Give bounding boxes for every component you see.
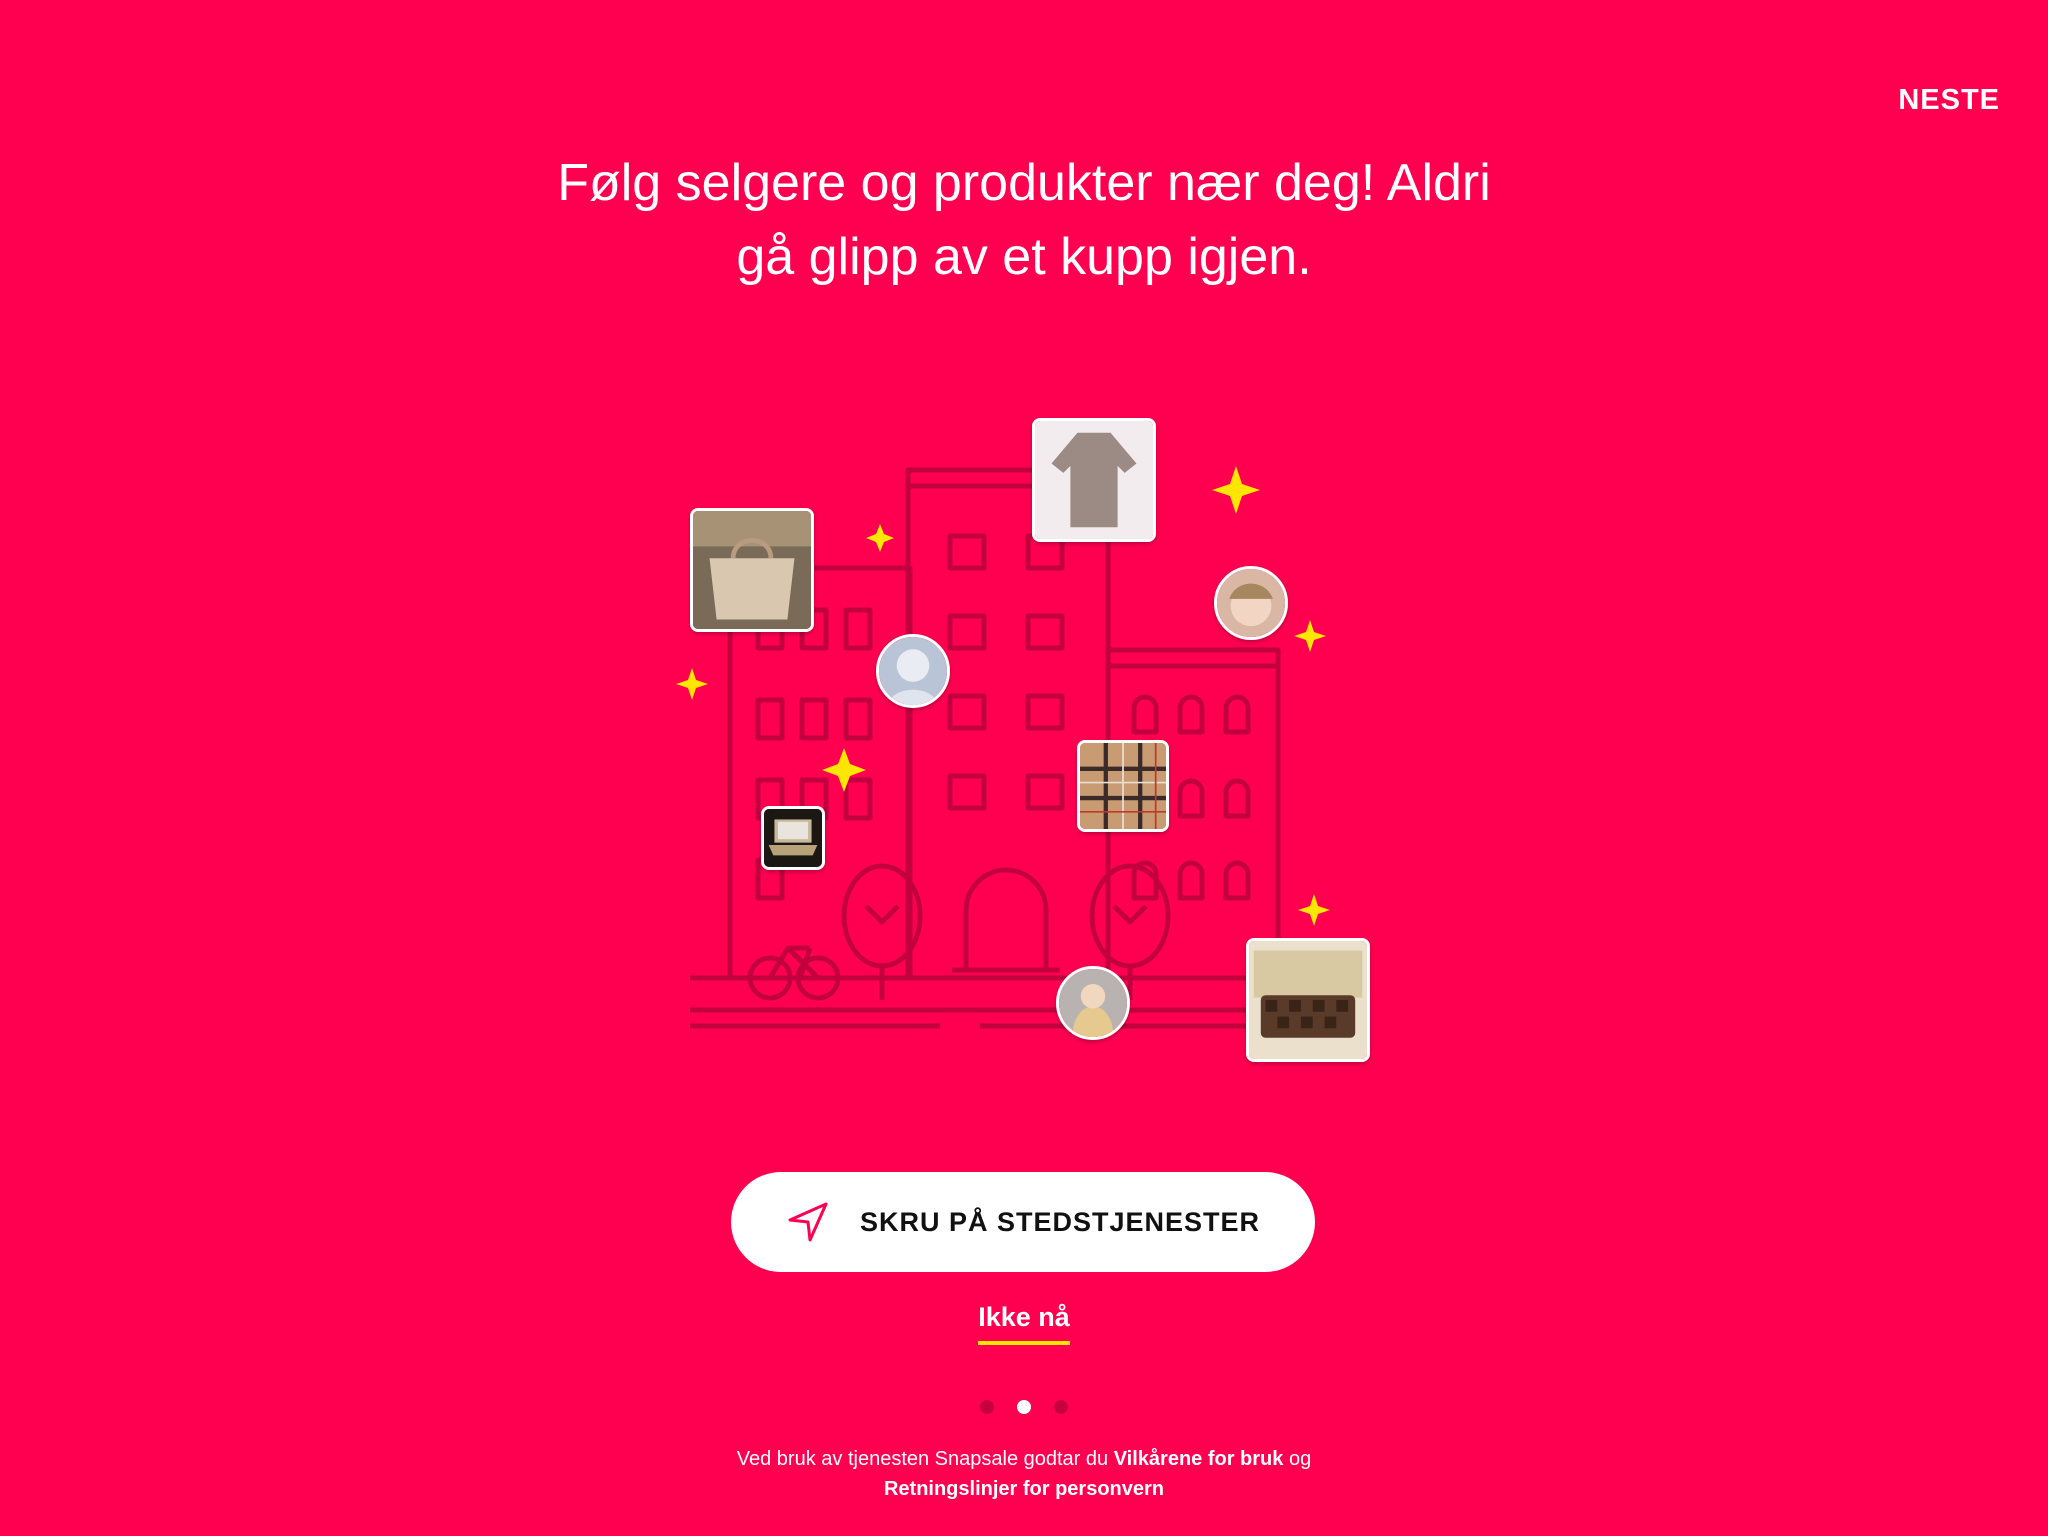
sparkle xyxy=(866,524,894,552)
not-now-label: Ikke nå xyxy=(978,1302,1070,1332)
sparkle xyxy=(676,668,708,700)
handbag-photo[interactable] xyxy=(690,508,814,632)
sparkle xyxy=(1294,620,1326,652)
terms-link[interactable]: Vilkårene for bruk xyxy=(1114,1448,1284,1470)
seller-avatar-3[interactable] xyxy=(1056,966,1130,1040)
privacy-link[interactable]: Retningslinjer for personvern xyxy=(884,1478,1164,1500)
page-dot-2[interactable] xyxy=(1017,1400,1031,1414)
page-dot-3[interactable] xyxy=(1054,1400,1068,1414)
sparkle xyxy=(1212,466,1260,514)
not-now-link[interactable]: Ikke nå xyxy=(924,1302,1124,1345)
sparkle xyxy=(1298,894,1330,926)
laptop-photo[interactable] xyxy=(761,806,825,870)
enable-location-label: SKRU PÅ STEDSTJENESTER xyxy=(859,1206,1261,1237)
sparkle xyxy=(822,748,866,792)
location-arrow-icon xyxy=(788,1202,828,1242)
not-now-underline xyxy=(978,1341,1070,1345)
robe-photo[interactable] xyxy=(1032,418,1156,542)
legal-text: Ved bruk av tjenesten Snapsale godtar du… xyxy=(724,1444,1324,1504)
louis-vuitton-bag-photo[interactable] xyxy=(1246,938,1370,1062)
page-indicator xyxy=(980,1400,1068,1414)
seller-avatar-1[interactable] xyxy=(876,634,950,708)
enable-location-button[interactable]: SKRU PÅ STEDSTJENESTER xyxy=(731,1172,1315,1272)
scarf-photo[interactable] xyxy=(1077,740,1169,832)
seller-avatar-2[interactable] xyxy=(1214,566,1288,640)
page-dot-1[interactable] xyxy=(980,1400,994,1414)
legal-prefix: Ved bruk av tjenesten Snapsale godtar du xyxy=(736,1448,1114,1470)
legal-connector: og xyxy=(1283,1448,1312,1470)
